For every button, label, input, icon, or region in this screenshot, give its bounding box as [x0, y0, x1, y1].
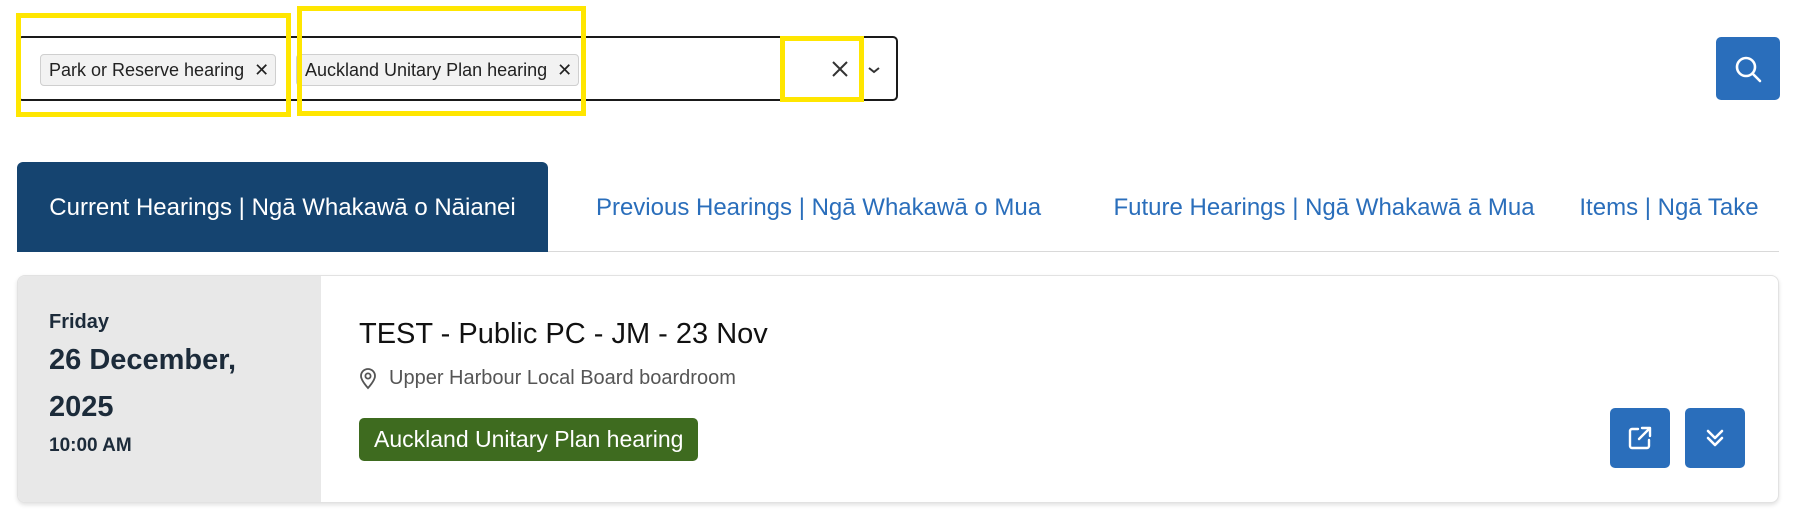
- tab-current-hearings[interactable]: Current Hearings | Ngā Whakawā o Nāianei: [17, 162, 548, 252]
- expand-hearing-button[interactable]: [1685, 408, 1745, 468]
- chevron-down-icon: [868, 67, 880, 74]
- hearing-tabs: Current Hearings | Ngā Whakawā o Nāianei…: [17, 162, 1779, 252]
- open-hearing-button[interactable]: [1610, 408, 1670, 468]
- hearing-card: Friday 26 December, 2025 10:00 AM TEST -…: [17, 275, 1779, 503]
- filter-chip-label: Auckland Unitary Plan hearing: [305, 59, 548, 80]
- external-link-icon: [1628, 426, 1652, 450]
- hearing-date-panel: Friday 26 December, 2025 10:00 AM: [18, 276, 321, 502]
- hearing-weekday: Friday: [49, 311, 110, 333]
- hearing-type-filter[interactable]: Park or Reserve hearing ✕ Auckland Unita…: [17, 36, 898, 101]
- filter-chip: Auckland Unitary Plan hearing ✕: [296, 54, 580, 86]
- map-pin-icon: [360, 367, 376, 389]
- hearing-date: 26 December, 2025: [49, 344, 237, 423]
- hearing-location: Upper Harbour Local Board boardroom: [359, 367, 1778, 390]
- filter-chip: Park or Reserve hearing ✕: [40, 54, 277, 86]
- clear-all-button[interactable]: [825, 52, 855, 86]
- filter-chip-label: Park or Reserve hearing: [49, 59, 245, 80]
- hearing-title: TEST - Public PC - JM - 23 Nov: [359, 318, 768, 350]
- tab-future-hearings[interactable]: Future Hearings | Ngā Whakawā ā Mua: [1089, 162, 1559, 252]
- tab-previous-hearings[interactable]: Previous Hearings | Ngā Whakawā o Mua: [548, 162, 1089, 252]
- search-button[interactable]: [1716, 37, 1780, 100]
- tab-items[interactable]: Items | Ngā Take: [1559, 162, 1779, 252]
- close-icon[interactable]: ✕: [557, 61, 572, 79]
- hearing-type-badge: Auckland Unitary Plan hearing: [359, 418, 699, 461]
- dropdown-toggle[interactable]: [862, 56, 886, 84]
- search-icon: [1735, 56, 1762, 82]
- hearing-time: 10:00 AM: [49, 435, 132, 456]
- hearing-details: TEST - Public PC - JM - 23 Nov Upper Har…: [359, 316, 1778, 461]
- double-chevron-down-icon: [1706, 429, 1724, 447]
- close-icon: [832, 61, 848, 77]
- close-icon[interactable]: ✕: [254, 61, 269, 79]
- hearing-location-text: Upper Harbour Local Board boardroom: [389, 367, 736, 389]
